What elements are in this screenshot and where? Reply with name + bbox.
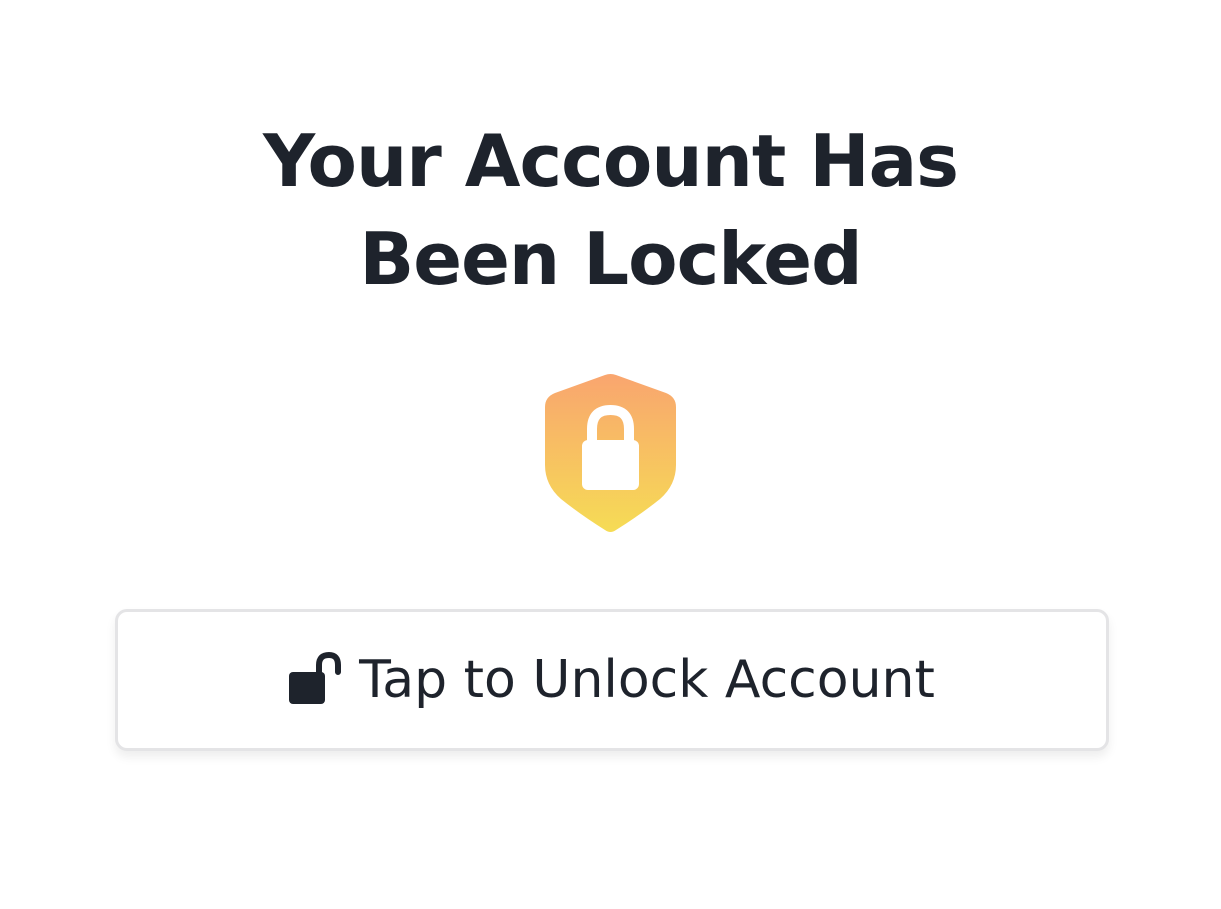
page-title: Your Account Has Been Locked: [0, 112, 1221, 308]
unlock-button-label: Tap to Unlock Account: [359, 650, 935, 710]
unlocked-padlock-icon: [289, 651, 343, 704]
title-line-1: Your Account Has: [262, 119, 959, 203]
title-line-2: Been Locked: [359, 217, 862, 301]
locked-account-screen: Your Account Has Been Locked Tap to Unlo…: [0, 0, 1221, 909]
shield-lock-icon: [544, 373, 677, 533]
unlock-account-button[interactable]: Tap to Unlock Account: [115, 609, 1109, 751]
